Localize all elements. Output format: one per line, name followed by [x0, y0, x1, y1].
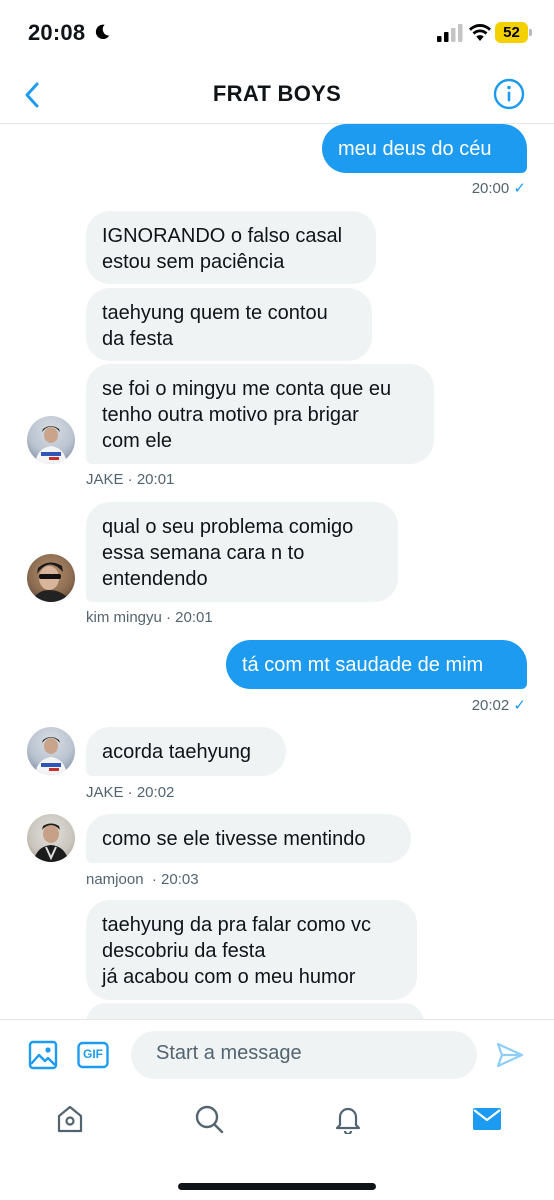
send-icon[interactable]	[496, 1041, 524, 1069]
search-icon[interactable]	[194, 1104, 224, 1134]
avatar[interactable]	[27, 727, 75, 775]
message-bubble-sent[interactable]: tá com mt saudade de mim	[226, 640, 527, 689]
conversation-title: FRAT BOYS	[212, 81, 342, 106]
signal-icon	[437, 24, 463, 42]
message-bubble-received[interactable]: como se ele tivesse mentindo	[86, 814, 411, 863]
message-meta: JAKE · 20:02	[86, 784, 175, 801]
message-input[interactable]: Start a message	[131, 1031, 477, 1079]
message-bubble-received[interactable]: acorda taehyung	[86, 727, 286, 776]
message-meta: JAKE · 20:01	[86, 471, 175, 488]
message-bubble-received[interactable]	[86, 1003, 424, 1019]
messages-icon[interactable]	[472, 1104, 502, 1134]
avatar[interactable]	[27, 814, 75, 862]
check-icon: ✓	[513, 180, 526, 197]
wifi-icon	[469, 24, 491, 41]
message-meta: kim mingyu · 20:01	[86, 609, 213, 626]
notifications-icon[interactable]	[333, 1104, 363, 1134]
message-bubble-received[interactable]: taehyung da pra falar como vc descobriu …	[86, 900, 417, 1000]
image-icon[interactable]	[28, 1040, 58, 1070]
check-icon: ✓	[513, 697, 526, 714]
message-list[interactable]: meu deus do céu 20:00 ✓ IGNORANDO o fals…	[0, 124, 554, 1019]
status-bar: 20:08 52	[0, 0, 554, 66]
message-bubble-received[interactable]: IGNORANDO o falso casal estou sem paciên…	[86, 211, 376, 284]
message-bubble-received[interactable]: qual o seu problema comigo essa semana c…	[86, 502, 398, 602]
gif-button[interactable]: GIF	[77, 1040, 109, 1070]
avatar[interactable]	[27, 554, 75, 602]
message-timestamp: 20:02	[471, 697, 510, 714]
message-bubble-sent[interactable]: meu deus do céu	[322, 124, 527, 173]
moon-icon	[95, 24, 110, 40]
conversation-header: FRAT BOYS	[0, 66, 554, 124]
battery-indicator: 52	[495, 22, 533, 43]
info-icon[interactable]	[493, 78, 525, 110]
message-timestamp: 20:00	[471, 180, 510, 197]
message-bubble-received[interactable]: taehyung quem te contou da festa	[86, 288, 372, 361]
message-meta: namjoon · 20:03	[86, 871, 199, 888]
status-time: 20:08	[28, 20, 86, 45]
home-icon[interactable]	[55, 1104, 85, 1134]
message-bubble-received[interactable]: se foi o mingyu me conta que eu tenho ou…	[86, 364, 434, 464]
home-indicator	[178, 1183, 376, 1190]
message-meta: 20:02 ✓	[330, 696, 526, 714]
message-composer: GIF Start a message	[0, 1019, 554, 1091]
gif-label: GIF	[83, 1047, 103, 1061]
battery-level: 52	[503, 24, 520, 41]
tab-bar	[0, 1091, 554, 1200]
message-meta: 20:00 ✓	[330, 179, 526, 197]
avatar[interactable]	[27, 416, 75, 464]
